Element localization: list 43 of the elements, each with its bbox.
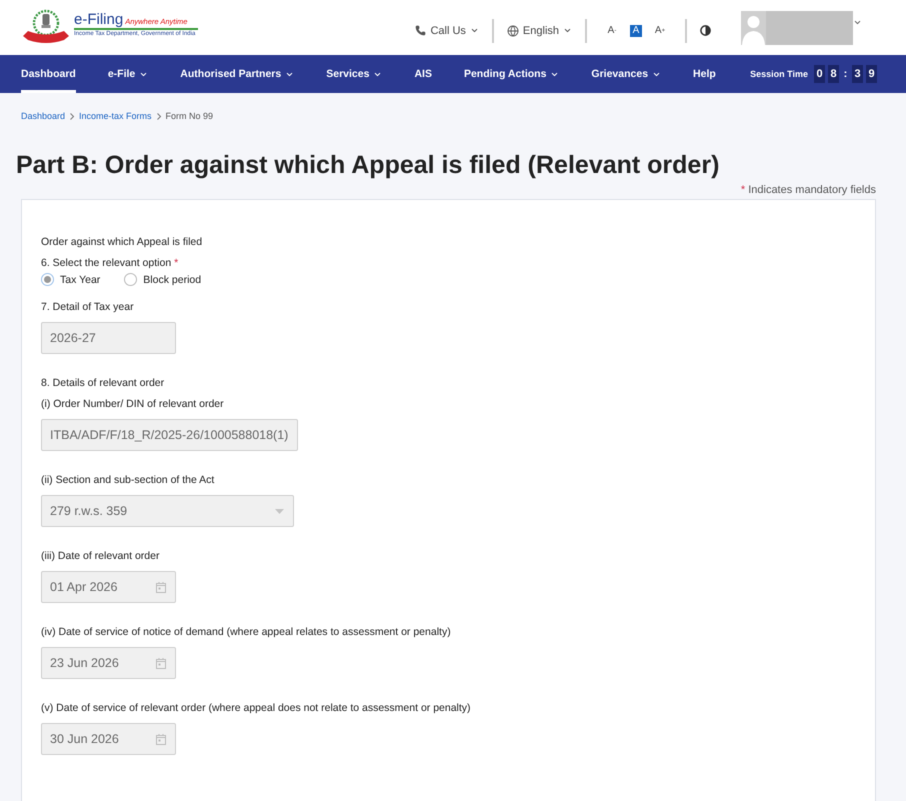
contrast-icon[interactable] xyxy=(700,25,711,36)
nav-item[interactable]: e-File xyxy=(108,55,148,93)
page-title: Part B: Order against which Appeal is filed (Relevant order) xyxy=(16,151,720,179)
field-label: (iii) Date of relevant order xyxy=(41,550,160,563)
nav-item[interactable]: Dashboard xyxy=(21,55,76,93)
chevron-right-icon xyxy=(156,112,162,120)
chevron-right-icon xyxy=(69,112,76,120)
logo-title: e-Filing xyxy=(74,12,124,28)
caret-icon xyxy=(470,26,479,35)
breadcrumb-current-page: Form No 99 xyxy=(166,111,214,121)
font-size-button[interactable]: A xyxy=(630,24,642,36)
timer-digit: 9 xyxy=(866,65,877,83)
timer-digit: 8 xyxy=(828,65,839,83)
field-label: (ii) Section and sub-section of the Act xyxy=(41,474,214,487)
breadcrumb-link[interactable]: Dashboard xyxy=(21,111,66,121)
nav-item[interactable]: Grievances xyxy=(591,55,662,93)
nav-item[interactable]: Services xyxy=(326,55,382,93)
field-label: (iv) Date of service of notice of demand (where appeal relates to assessment or penalty) xyxy=(41,626,451,639)
field-label: (v) Date of service of relevant order (where appeal does not relate to assessment or penalty) xyxy=(41,702,471,715)
nav-item[interactable]: Pending Actions xyxy=(464,55,560,93)
mandatory-note: * Indicates mandatory fields xyxy=(740,184,876,197)
dropdown-caret-icon xyxy=(275,508,284,514)
phone-icon xyxy=(415,25,426,36)
field-label: 6. Select the relevant option * xyxy=(41,257,178,270)
section-heading: Order against which Appeal is filed xyxy=(41,236,202,249)
breadcrumb-link[interactable]: Income-tax Forms xyxy=(79,111,152,121)
call-us-button[interactable]: Call Us xyxy=(415,24,479,36)
timer-digit: 0 xyxy=(814,65,825,83)
field-label: (i) Order Number/ DIN of relevant order xyxy=(41,398,224,411)
field-label: 7. Detail of Tax year xyxy=(41,301,134,314)
session-time-label: Session Time xyxy=(750,69,808,79)
emblem-logo-icon xyxy=(22,8,70,42)
caret-icon xyxy=(853,18,862,27)
timer-digit: : xyxy=(842,67,848,82)
timer-digit: 3 xyxy=(852,65,863,83)
language-button[interactable]: English xyxy=(506,24,572,36)
nav-item[interactable]: AIS xyxy=(414,55,432,93)
caret-icon xyxy=(563,26,572,35)
nav-item[interactable]: Authorised Partners xyxy=(180,55,294,93)
section-heading: 8. Details of relevant order xyxy=(41,377,164,390)
avatar-icon[interactable] xyxy=(741,10,766,44)
nav-item[interactable]: Help xyxy=(693,55,716,93)
globe-icon xyxy=(506,24,519,36)
